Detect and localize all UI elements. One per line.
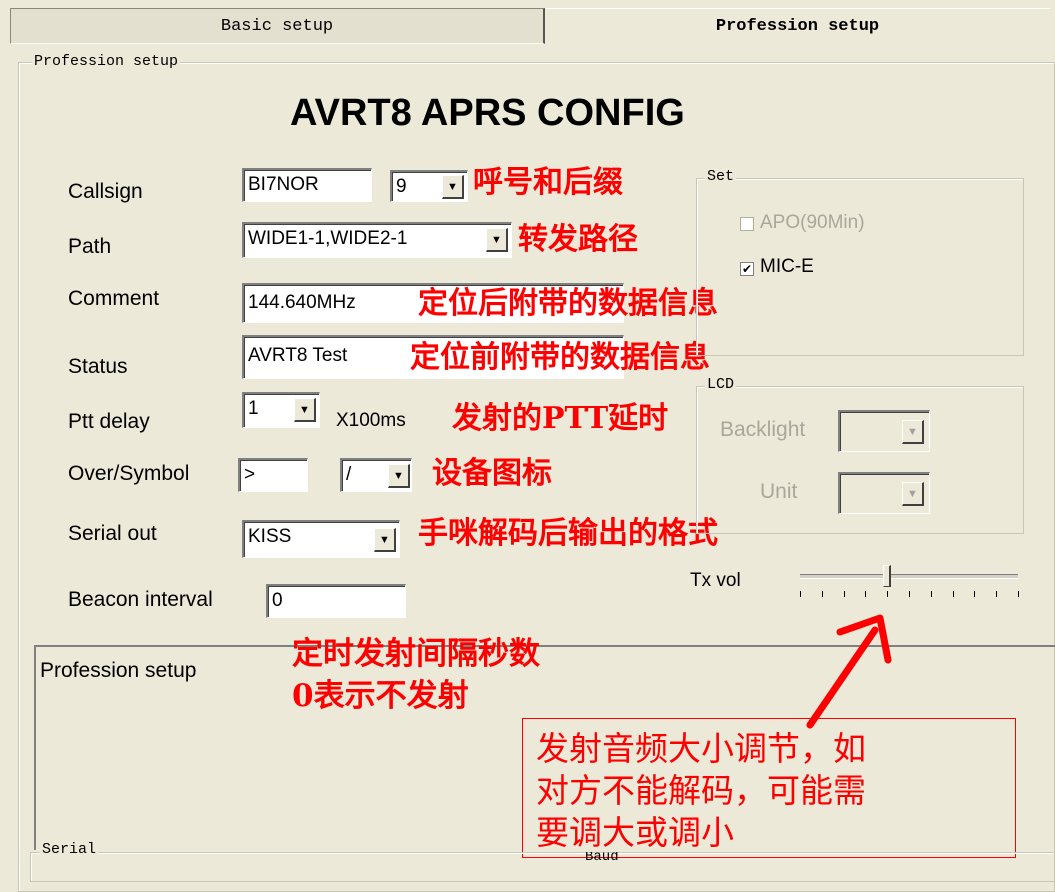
serial-legend: Serial (40, 841, 99, 858)
annotation-txvol-line2: 对方不能解码，可能需 (536, 771, 866, 810)
tx-vol-ticks (800, 591, 1019, 599)
chevron-down-icon: ▼ (491, 233, 502, 246)
apo-label: APO(90Min) (760, 212, 865, 233)
unit-dropdown-button[interactable]: ▼ (902, 482, 924, 506)
tx-vol-tick (909, 591, 910, 597)
chevron-down-icon: ▼ (299, 403, 310, 416)
annotation-comment: 定位后附带的数据信息 (418, 286, 718, 321)
set-legend: Set (705, 168, 737, 185)
annotation-ptt: 发射的PTT延时 (452, 401, 669, 436)
chevron-down-icon: ▼ (379, 533, 390, 546)
ptt-delay-label: Ptt delay (68, 410, 150, 433)
serial-baud-label: Baud (585, 852, 619, 865)
beacon-interval-input[interactable]: 0 (266, 584, 406, 618)
ptt-delay-dropdown-button[interactable]: ▼ (294, 398, 316, 422)
symbol-dropdown-button[interactable]: ▼ (388, 464, 410, 488)
over-symbol-label: Over/Symbol (68, 462, 190, 485)
red-arrow-icon (806, 614, 892, 729)
apo-checkbox[interactable] (740, 217, 754, 231)
tx-vol-tick (931, 591, 932, 597)
callsign-input[interactable]: BI7NOR (242, 168, 372, 202)
serial-out-value: KISS (248, 526, 292, 547)
backlight-label: Backlight (720, 418, 806, 441)
beacon-interval-label: Beacon interval (68, 588, 213, 611)
ptt-delay-value: 1 (248, 398, 259, 419)
annotation-symbol: 设备图标 (432, 456, 552, 491)
chevron-down-icon: ▼ (907, 425, 918, 438)
chevron-down-icon: ▼ (393, 469, 404, 482)
tx-vol-thumb[interactable] (883, 565, 891, 587)
tx-vol-tick (1018, 591, 1019, 597)
chevron-down-icon: ▼ (907, 487, 918, 500)
unit-label: Unit (760, 480, 798, 503)
backlight-dropdown-button[interactable]: ▼ (902, 420, 924, 444)
tx-vol-tick (800, 591, 801, 597)
annotation-beacon-line1: 定时发射间隔秒数 (292, 636, 540, 672)
path-select[interactable]: WIDE1-1,WIDE2-1 (242, 222, 512, 258)
chevron-down-icon: ▼ (447, 180, 458, 193)
symbol-value: / (346, 464, 352, 485)
mic-e-checkbox[interactable]: ✔ (740, 262, 754, 276)
profession-setup-legend: Profession setup (32, 53, 181, 70)
tx-vol-tick (974, 591, 975, 597)
annotation-txvol-line1: 发射音频大小调节，如 (536, 729, 866, 768)
tx-vol-slider[interactable] (790, 565, 1028, 599)
overlay-input[interactable]: > (238, 458, 308, 492)
info-text: Profession setup (40, 659, 197, 682)
status-label: Status (68, 355, 128, 378)
tx-vol-label: Tx vol (690, 570, 741, 591)
ptt-unit-label: X100ms (336, 410, 406, 431)
annotation-beacon-line2: 0表示不发射 (292, 678, 469, 714)
ssid-value: 9 (396, 176, 407, 197)
serial-out-label: Serial out (68, 522, 157, 545)
tx-vol-tick (822, 591, 823, 597)
tab-basic-setup[interactable]: Basic setup (10, 8, 545, 44)
tx-vol-tick (865, 591, 866, 597)
annotation-serial: 手咪解码后输出的格式 (418, 516, 718, 551)
tx-vol-tick (953, 591, 954, 597)
tx-vol-tick (996, 591, 997, 597)
annotation-path: 转发路径 (518, 222, 638, 257)
mic-e-label: MIC-E (760, 256, 814, 277)
serial-group (30, 852, 1055, 882)
annotation-txvol-line3: 要调大或调小 (536, 813, 734, 852)
annotation-status: 定位前附带的数据信息 (410, 340, 710, 375)
callsign-label: Callsign (68, 180, 143, 203)
tx-vol-track (800, 574, 1018, 579)
comment-label: Comment (68, 287, 160, 310)
lcd-legend: LCD (705, 376, 737, 393)
tx-vol-tick (887, 591, 888, 597)
tx-vol-tick (844, 591, 845, 597)
serial-out-dropdown-button[interactable]: ▼ (374, 528, 396, 552)
ssid-dropdown-button[interactable]: ▼ (442, 175, 464, 199)
path-value: WIDE1-1,WIDE2-1 (248, 228, 408, 249)
path-label: Path (68, 235, 112, 258)
page-title: AVRT8 APRS CONFIG (290, 92, 685, 134)
checkmark-icon: ✔ (741, 262, 753, 276)
tab-profession-setup[interactable]: Profession setup (545, 8, 1050, 44)
annotation-callsign: 呼号和后缀 (473, 165, 623, 200)
path-dropdown-button[interactable]: ▼ (486, 228, 508, 252)
